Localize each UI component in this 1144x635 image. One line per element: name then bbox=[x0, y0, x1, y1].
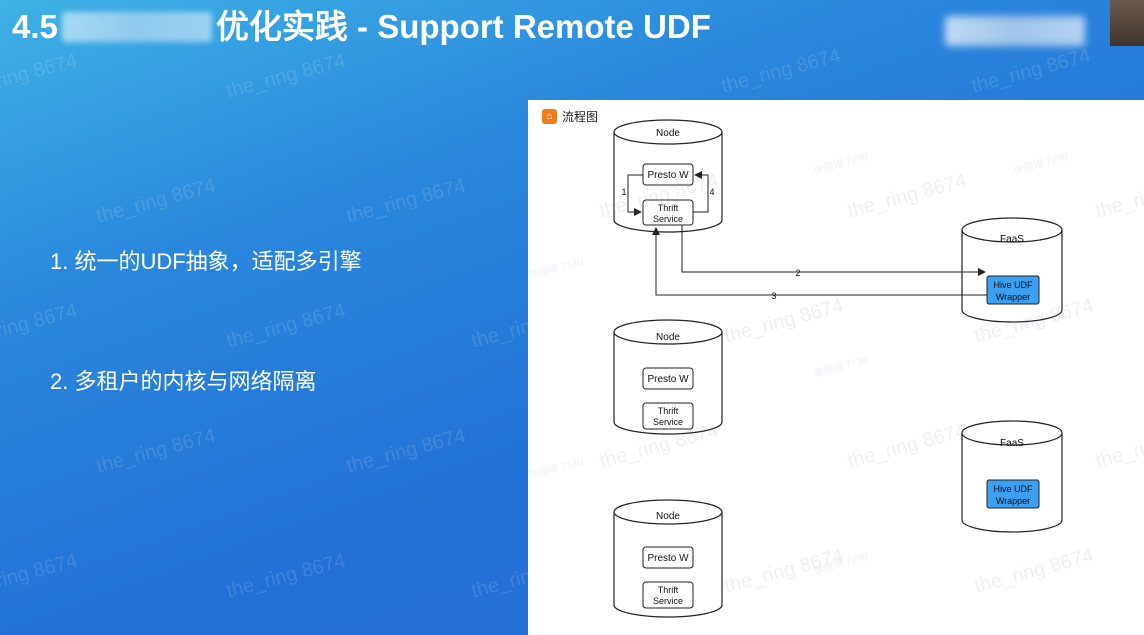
watermark: the_ring 8674 bbox=[224, 549, 348, 603]
title-prefix: 4.5 bbox=[12, 8, 58, 45]
thrift-service-label-line2: Service bbox=[653, 214, 683, 224]
node-title: Node bbox=[656, 332, 680, 343]
watermark: the_ring 8674 bbox=[969, 44, 1093, 98]
faas-cylinder-1: FaaS Hive UDF Wrapper bbox=[961, 217, 1063, 323]
thrift-service-label-line2: Service bbox=[653, 417, 683, 427]
watermark: the_ring 8674 bbox=[94, 424, 218, 478]
hive-udf-label-line2: Wrapper bbox=[996, 496, 1030, 506]
presto-worker-label: Presto W bbox=[647, 170, 689, 181]
watermark: the_ring 8674 bbox=[94, 174, 218, 228]
faas-title: FaaS bbox=[1000, 438, 1024, 449]
edge-label-2: 2 bbox=[795, 268, 800, 278]
node-title: Node bbox=[656, 128, 680, 139]
redacted-title-segment bbox=[61, 12, 212, 42]
hive-udf-label-line2: Wrapper bbox=[996, 292, 1030, 302]
presto-worker-label: Presto W bbox=[647, 553, 689, 564]
edge-2 bbox=[681, 225, 986, 276]
watermark: ring 8674 bbox=[0, 549, 80, 593]
node-cylinder-1: Node Presto W Thrift Service 1 4 bbox=[613, 119, 723, 233]
camera-thumbnail bbox=[1110, 0, 1144, 46]
thrift-service-label-line1: Thrift bbox=[658, 406, 679, 416]
watermark: ring 8674 bbox=[0, 49, 80, 93]
watermark: the_ring 8674 bbox=[224, 49, 348, 103]
hive-udf-label-line1: Hive UDF bbox=[993, 280, 1033, 290]
hive-udf-label-line1: Hive UDF bbox=[993, 484, 1033, 494]
faas-title: FaaS bbox=[1000, 234, 1024, 245]
bullet-item-2: 2. 多租户的内核与网络隔离 bbox=[50, 369, 317, 394]
flowchart-panel: ⌂ 流程图 Node Presto W Thrift Service 1 4 F… bbox=[528, 100, 1144, 635]
node-title: Node bbox=[656, 511, 680, 522]
edge-label-3: 3 bbox=[771, 291, 776, 301]
thrift-service-label-line2: Service bbox=[653, 596, 683, 606]
node-cylinder-2: Node Presto W Thrift Service bbox=[613, 319, 723, 435]
watermark: the_ring 8674 bbox=[224, 299, 348, 353]
watermark: the_ring 8674 bbox=[719, 44, 843, 98]
thrift-service-label-line1: Thrift bbox=[658, 203, 679, 213]
node-cylinder-3: Node Presto W Thrift Service bbox=[613, 499, 723, 618]
bullet-item-1: 1. 统一的UDF抽象，适配多引擎 bbox=[50, 249, 362, 274]
presto-worker-label: Presto W bbox=[647, 374, 689, 385]
edge-3 bbox=[652, 227, 987, 296]
edge-label-4: 4 bbox=[709, 187, 714, 197]
redacted-corner-text bbox=[945, 16, 1085, 46]
watermark: the_ring 8674 bbox=[344, 174, 468, 228]
watermark: the_ring 8674 bbox=[344, 424, 468, 478]
flowchart-diagram: Node Presto W Thrift Service 1 4 FaaS Hi… bbox=[613, 119, 1063, 618]
watermark: ring 8674 bbox=[0, 299, 80, 343]
slide-title: 4.5 优化实践 - Support Remote UDF bbox=[12, 6, 711, 48]
thrift-service-label-line1: Thrift bbox=[658, 585, 679, 595]
faas-cylinder-2: FaaS Hive UDF Wrapper bbox=[961, 420, 1063, 533]
title-suffix: 优化实践 - Support Remote UDF bbox=[215, 8, 711, 45]
edge-label-1: 1 bbox=[621, 187, 626, 197]
